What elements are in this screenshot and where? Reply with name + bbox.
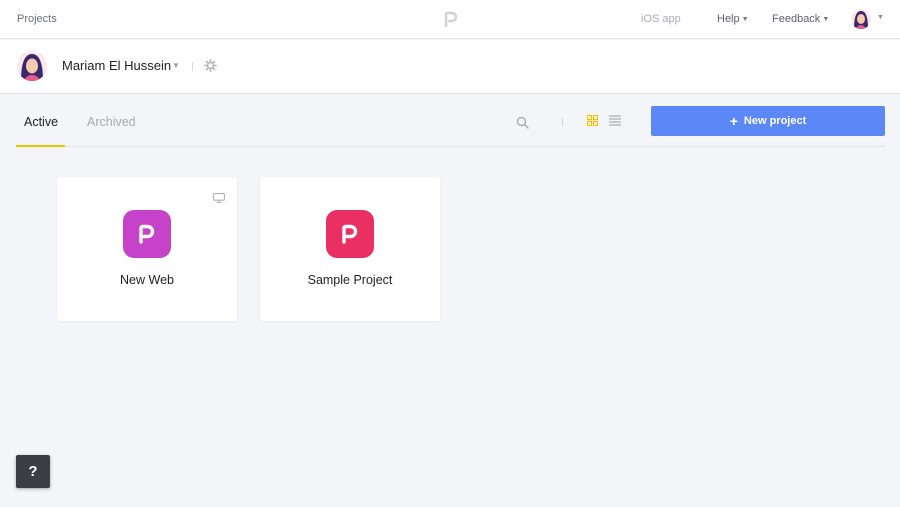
chevron-down-icon[interactable]: ▼ xyxy=(877,14,884,21)
user-avatar-small[interactable] xyxy=(851,9,871,29)
project-app-icon xyxy=(123,210,171,258)
gear-icon[interactable] xyxy=(204,59,217,72)
feedback-menu[interactable]: Feedback ▼ xyxy=(772,13,829,25)
proto-logo-icon xyxy=(139,224,155,244)
divider xyxy=(192,62,193,71)
avatar-image xyxy=(17,51,47,81)
new-project-button[interactable]: + New project xyxy=(651,106,885,136)
divider xyxy=(562,118,563,126)
chevron-down-icon: ▼ xyxy=(822,16,830,23)
project-name: New Web xyxy=(120,273,174,287)
account-bar: Mariam El Hussein ▼ xyxy=(0,40,900,94)
project-card[interactable]: New Web xyxy=(57,177,237,321)
breadcrumb-projects[interactable]: Projects xyxy=(17,13,57,25)
project-app-icon xyxy=(326,210,374,258)
search-icon[interactable] xyxy=(516,116,529,129)
desktop-icon xyxy=(213,193,225,203)
help-menu-label: Help xyxy=(717,13,740,25)
help-button[interactable]: ? xyxy=(16,455,50,488)
chevron-down-icon: ▼ xyxy=(741,16,749,23)
avatar-image xyxy=(851,9,871,29)
ios-app-link[interactable]: iOS app xyxy=(641,13,681,25)
list-view-icon[interactable] xyxy=(609,115,621,126)
tab-active[interactable]: Active xyxy=(24,115,58,129)
proto-logo-icon xyxy=(342,224,358,244)
account-name[interactable]: Mariam El Hussein xyxy=(62,58,171,73)
user-avatar[interactable] xyxy=(17,51,47,81)
plus-icon: + xyxy=(729,113,738,129)
project-name: Sample Project xyxy=(307,273,393,287)
grid-view-icon[interactable] xyxy=(587,115,598,126)
chevron-down-icon[interactable]: ▼ xyxy=(172,61,180,70)
project-tabs-bar: Active Archived + New project xyxy=(16,94,885,147)
feedback-menu-label: Feedback xyxy=(772,13,821,25)
active-tab-indicator xyxy=(16,145,65,147)
help-menu[interactable]: Help ▼ xyxy=(717,13,749,25)
proto-logo-icon[interactable] xyxy=(444,11,458,27)
project-card[interactable]: Sample Project xyxy=(260,177,440,321)
tab-archived[interactable]: Archived xyxy=(87,115,136,129)
top-bar: Projects iOS app Help ▼ Feedback ▼ ▼ xyxy=(0,0,900,39)
new-project-label: New project xyxy=(743,115,807,127)
